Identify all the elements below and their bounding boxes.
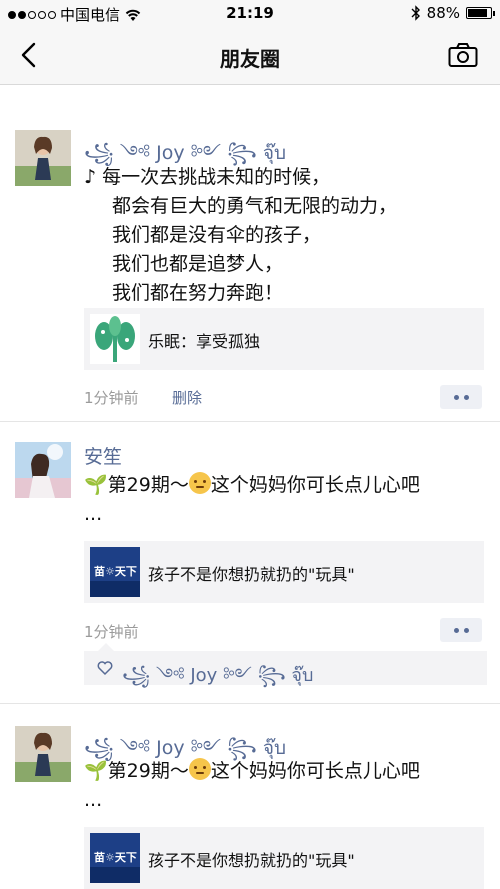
post-text-line: 都会有巨大的勇气和无限的动力，	[112, 195, 398, 217]
link-thumbnail: 苗☼天下	[90, 547, 140, 597]
liker-name[interactable]: ꧁ ༺ Joy ༻ ꧂ จุ๊บ	[122, 656, 313, 706]
moments-feed: ꧁ ༺ Joy ༻ ꧂ จุ๊บ ♪ 每一次去挑战未知的时候， 都会有巨大的勇气…	[0, 85, 500, 889]
dot-icon	[453, 394, 459, 400]
smile-emoji-icon	[188, 472, 211, 494]
post-text: ♪ 每一次去挑战未知的时候， 都会有巨大的勇气和无限的动力， 我们都是没有伞的孩…	[84, 163, 484, 308]
link-title: 孩子不是你想扔就扔的"玩具"	[148, 851, 355, 870]
post-text-ellipsis: ...	[84, 789, 103, 811]
shared-link-card[interactable]: 苗☼天下 孩子不是你想扔就扔的"玩具"	[84, 827, 484, 889]
moment-post: 安笙 🌱第29期～ 这个妈妈你可长点儿心吧 ... 苗☼天下 孩子不是你想扔就扔的…	[0, 422, 500, 704]
link-title: 乐眠：享受孤独	[148, 332, 261, 351]
post-text-line: ♪ 每一次去挑战未知的时候，	[84, 166, 331, 188]
post-text-line: 我们也都是追梦人，	[112, 253, 284, 275]
link-thumbnail	[90, 314, 140, 364]
link-thumbnail: 苗☼天下	[90, 833, 140, 883]
shared-link-card[interactable]: 苗☼天下 孩子不是你想扔就扔的"玩具"	[84, 541, 484, 603]
post-text: 🌱第29期～ 这个妈妈你可长点儿心吧 ...	[84, 471, 484, 529]
battery-icon	[466, 7, 495, 19]
avatar[interactable]	[15, 130, 71, 186]
link-title: 孩子不是你想扔就扔的"玩具"	[148, 565, 355, 584]
post-text-rest: 这个妈妈你可长点儿心吧	[210, 474, 420, 496]
post-text-line: 🌱第29期～ 这个妈妈你可长点儿心吧	[84, 471, 484, 500]
dot-icon	[463, 394, 469, 400]
battery-fill	[468, 9, 488, 17]
delete-link[interactable]: 删除	[172, 387, 202, 408]
post-text-line: 我们都在努力奔跑！	[112, 282, 284, 304]
svg-text:苗☼天下: 苗☼天下	[94, 564, 137, 578]
post-text-rest: 这个妈妈你可长点儿心吧	[210, 760, 420, 782]
post-text-lead: 🌱第29期～	[84, 760, 189, 782]
dot-icon	[463, 627, 469, 633]
moment-post: ꧁ ༺ Joy ༻ ꧂ จุ๊บ 🌱第29期～ 这个妈妈你可长点儿心吧 ... 苗…	[0, 704, 500, 889]
post-text: 🌱第29期～ 这个妈妈你可长点儿心吧 ...	[84, 757, 484, 815]
moment-post: ꧁ ༺ Joy ༻ ꧂ จุ๊บ ♪ 每一次去挑战未知的时候， 都会有巨大的勇气…	[0, 85, 500, 422]
post-time: 1分钟前	[84, 623, 139, 641]
post-text-ellipsis: ...	[84, 503, 103, 525]
status-bar: 中国电信 21:19 88%	[0, 0, 500, 28]
post-text-line: 🌱第29期～ 这个妈妈你可长点儿心吧	[84, 757, 484, 786]
camera-icon[interactable]	[448, 42, 478, 68]
avatar[interactable]	[15, 442, 71, 498]
shared-link-card[interactable]: 乐眠：享受孤独	[84, 308, 484, 370]
bluetooth-icon	[411, 5, 420, 21]
post-time: 1分钟前	[84, 389, 139, 407]
page-title: 朋友圈	[220, 47, 280, 71]
more-options-button[interactable]	[440, 618, 482, 642]
nav-bar: 朋友圈	[0, 28, 500, 85]
status-right: 88%	[411, 4, 495, 22]
more-options-button[interactable]	[440, 385, 482, 409]
post-nickname[interactable]: 安笙	[84, 442, 122, 469]
heart-icon	[97, 661, 113, 676]
battery-percent: 88%	[426, 4, 460, 22]
dot-icon	[453, 627, 459, 633]
avatar[interactable]	[15, 726, 71, 782]
likes-bar: ꧁ ༺ Joy ༻ ꧂ จุ๊บ	[84, 643, 487, 686]
post-text-line: 我们都是没有伞的孩子，	[112, 224, 322, 246]
smile-emoji-icon	[188, 758, 211, 780]
post-text-lead: 🌱第29期～	[84, 474, 189, 496]
svg-text:苗☼天下: 苗☼天下	[94, 850, 137, 864]
